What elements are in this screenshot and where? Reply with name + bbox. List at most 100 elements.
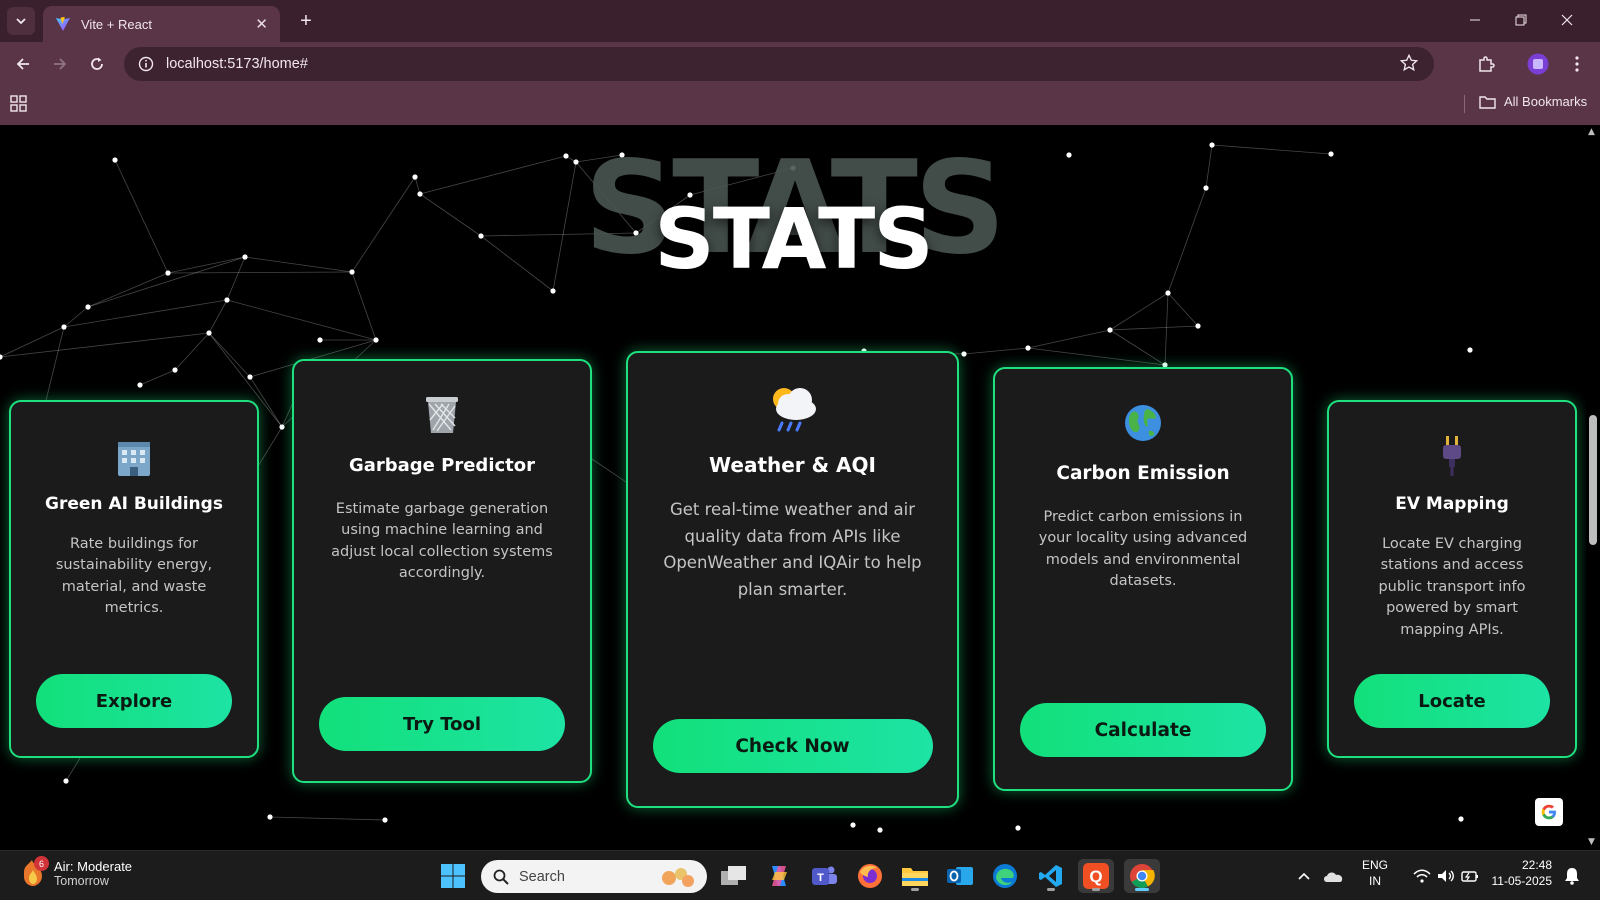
browser-menu-button[interactable] — [1561, 48, 1593, 80]
network-link — [1167, 292, 1199, 327]
network-node — [961, 351, 967, 357]
extensions-button[interactable] — [1470, 48, 1502, 80]
network-link — [1109, 329, 1166, 366]
scroll-up-icon[interactable]: ▲ — [1588, 127, 1595, 137]
apps-grid-icon[interactable] — [10, 95, 28, 113]
q-app-button[interactable]: Q — [1078, 859, 1114, 893]
weather-widget[interactable]: 6 Air: Moderate Tomorrow — [20, 856, 133, 888]
network-node — [1165, 290, 1171, 296]
firefox-button[interactable] — [852, 859, 888, 893]
card-carbon-emission: Carbon Emission Predict carbon emissions… — [993, 367, 1293, 791]
network-link — [1164, 292, 1169, 366]
try-tool-button[interactable]: Try Tool — [319, 697, 565, 751]
url-text[interactable]: localhost:5173/home# — [166, 56, 308, 72]
all-bookmarks-label: All Bookmarks — [1504, 94, 1588, 109]
restore-icon — [1515, 14, 1527, 26]
back-button[interactable] — [7, 48, 39, 80]
search-highlight-icon — [662, 868, 694, 887]
outlook-icon — [947, 867, 973, 885]
tab-close-icon[interactable]: ✕ — [255, 15, 268, 33]
google-translate-icon[interactable] — [1535, 798, 1563, 826]
network-link — [63, 299, 228, 328]
check-now-button[interactable]: Check Now — [652, 719, 933, 773]
folder-icon — [1479, 95, 1496, 109]
network-node — [247, 374, 253, 380]
edge-button[interactable] — [987, 859, 1023, 893]
restore-button[interactable] — [1498, 6, 1544, 34]
start-button[interactable] — [435, 859, 471, 893]
arrow-right-icon — [54, 58, 67, 70]
site-info-icon[interactable] — [138, 56, 154, 72]
network-node — [279, 424, 285, 430]
profile-button[interactable] — [1522, 48, 1554, 80]
notifications-button[interactable] — [1558, 859, 1586, 893]
clock[interactable]: 22:48 11-05-2025 — [1488, 858, 1553, 889]
network-link — [1027, 347, 1166, 366]
reload-button[interactable] — [81, 48, 113, 80]
bookmark-star-icon[interactable] — [1400, 54, 1418, 72]
explore-button[interactable]: Explore — [36, 674, 232, 728]
cloud-rain-sun-icon — [628, 383, 957, 435]
card-title: Green AI Buildings — [45, 494, 223, 514]
scroll-down-icon[interactable]: ▼ — [1588, 837, 1595, 847]
card-weather-aqi: Weather & AQI Get real-time weather and … — [626, 351, 959, 808]
network-node — [1107, 327, 1113, 333]
network-link — [1109, 292, 1169, 331]
notification-badge: 6 — [34, 856, 49, 871]
network-node — [1025, 345, 1031, 351]
electric-plug-icon — [1329, 434, 1575, 476]
cloud-icon — [1324, 872, 1343, 882]
network-node — [137, 382, 143, 388]
new-tab-button[interactable]: + — [294, 9, 318, 33]
vscode-button[interactable] — [1033, 859, 1069, 893]
close-icon — [1561, 14, 1573, 26]
card-description: Get real-time weather and air quality da… — [663, 500, 922, 600]
forward-button[interactable] — [44, 48, 76, 80]
address-bar[interactable]: localhost:5173/home# — [124, 47, 1434, 81]
calculate-button[interactable]: Calculate — [1020, 703, 1266, 757]
show-hidden-icons-button[interactable] — [1292, 859, 1316, 893]
file-explorer-button[interactable] — [897, 859, 933, 893]
chrome-button[interactable] — [1124, 859, 1160, 893]
page-viewport: STATS STATS Green AI Buildings Rate buil… — [0, 125, 1600, 850]
wastebasket-icon — [294, 395, 590, 435]
card-garbage-predictor: Garbage Predictor Estimate garbage gener… — [292, 359, 592, 783]
close-window-button[interactable] — [1544, 6, 1590, 34]
tab-search-button[interactable] — [7, 7, 35, 35]
network-node — [1467, 347, 1473, 353]
volume-icon — [1438, 870, 1454, 882]
locate-button[interactable]: Locate — [1354, 674, 1550, 728]
copilot-button[interactable] — [761, 859, 797, 893]
arrow-left-icon — [16, 58, 29, 70]
wifi-icon — [1413, 869, 1431, 883]
running-indicator — [911, 888, 919, 891]
teams-button[interactable]: T — [806, 859, 842, 893]
network-node — [850, 822, 856, 828]
weather-title: Air: Moderate — [54, 858, 133, 874]
network-node — [373, 337, 379, 343]
quick-settings-button[interactable] — [1400, 859, 1492, 893]
network-link — [269, 816, 386, 821]
svg-text:T: T — [817, 872, 824, 884]
all-bookmarks-button[interactable]: All Bookmarks — [1479, 94, 1587, 109]
battery-icon — [1461, 871, 1478, 882]
card-title: Weather & AQI — [709, 453, 876, 477]
onedrive-button[interactable] — [1318, 859, 1348, 893]
network-node — [877, 827, 883, 833]
network-link — [1027, 329, 1111, 349]
search-icon — [493, 869, 509, 885]
scroll-thumb[interactable] — [1589, 415, 1597, 545]
minimize-button[interactable] — [1452, 6, 1498, 34]
language-code: ENG — [1362, 858, 1389, 872]
network-node — [317, 337, 323, 343]
task-view-button[interactable] — [716, 859, 752, 893]
vite-logo-icon — [56, 17, 70, 31]
language-indicator[interactable]: ENG IN — [1362, 858, 1388, 889]
browser-tab-active[interactable]: Vite + React ✕ — [43, 6, 280, 42]
network-link — [351, 271, 377, 341]
outlook-button[interactable] — [942, 859, 978, 893]
network-node — [61, 324, 67, 330]
taskbar-search[interactable]: Search — [481, 860, 707, 893]
page-scrollbar[interactable]: ▲ ▼ — [1586, 125, 1600, 850]
stats-heading: STATS — [654, 190, 934, 288]
